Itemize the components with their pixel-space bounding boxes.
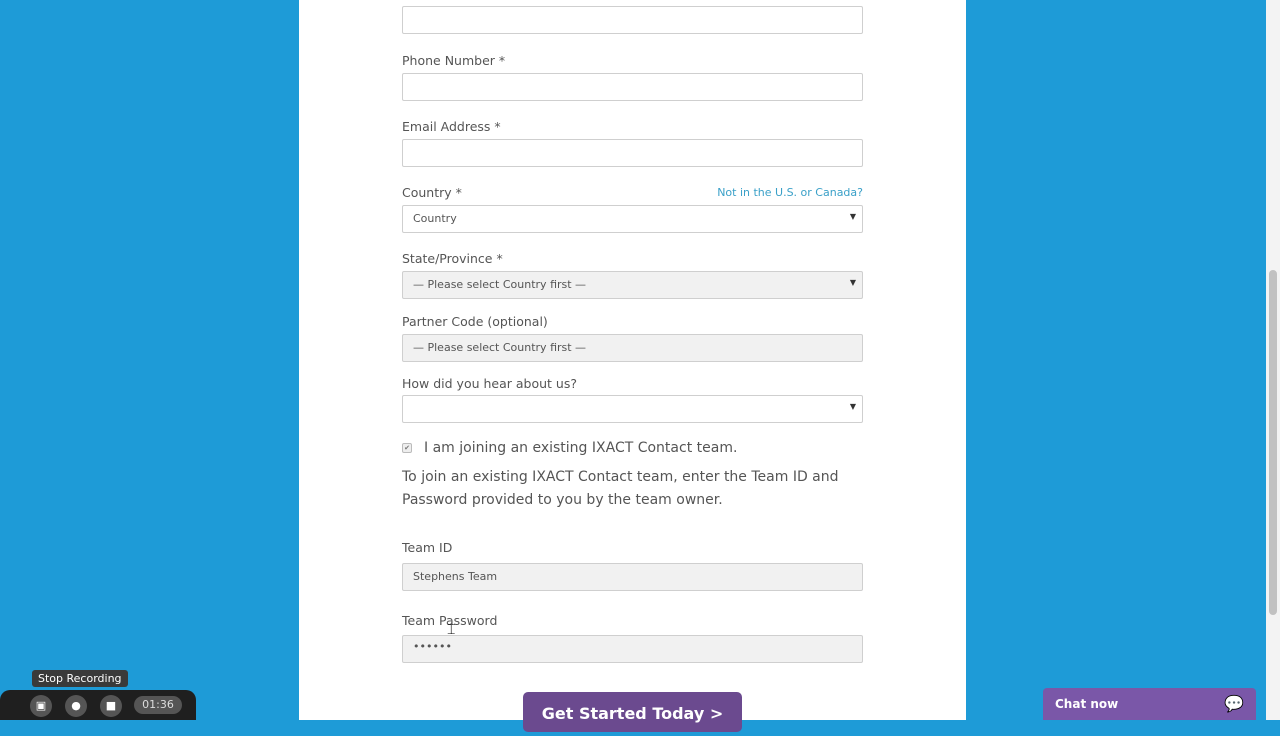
state-label: State/Province * — [402, 251, 503, 266]
scrollbar[interactable] — [1266, 0, 1280, 720]
team-password-value: •••••• — [413, 640, 452, 653]
chat-now-label: Chat now — [1055, 697, 1119, 711]
hear-label: How did you hear about us? — [402, 376, 577, 391]
stop-recording-tooltip: Stop Recording — [32, 670, 128, 687]
dropdown-arrow-icon: ▼ — [849, 402, 856, 411]
team-id-label: Team ID — [402, 540, 453, 555]
not-us-canada-link[interactable]: Not in the U.S. or Canada? — [717, 186, 863, 199]
partner-code-value: — Please select Country first — — [413, 341, 587, 354]
recording-toolbar: ▣ ● ■ 01:36 — [0, 690, 196, 720]
chat-bubble-icon: 💬 — [1224, 694, 1244, 713]
partner-code-input[interactable]: — Please select Country first — — [402, 334, 863, 362]
team-instructions: To join an existing IXACT Contact team, … — [402, 469, 839, 508]
state-select[interactable]: — Please select Country first — ▼ — [402, 271, 863, 299]
chat-widget[interactable]: Chat now 💬 — [1043, 688, 1256, 720]
recording-timer: 01:36 — [134, 696, 182, 714]
team-checkbox[interactable]: ✔ — [402, 443, 412, 453]
team-checkbox-label: I am joining an existing IXACT Contact t… — [424, 440, 738, 456]
phone-input[interactable] — [402, 73, 863, 101]
email-input[interactable] — [402, 139, 863, 167]
team-password-input[interactable]: •••••• — [402, 635, 863, 663]
scrollbar-thumb[interactable] — [1269, 270, 1277, 615]
phone-label: Phone Number * — [402, 53, 506, 68]
dropdown-arrow-icon: ▼ — [849, 212, 856, 221]
mouse-cursor-icon: ⌶ — [447, 622, 456, 638]
state-select-value: — Please select Country first — — [413, 278, 587, 291]
hear-about-select[interactable]: ▼ — [402, 395, 863, 423]
previous-field-input[interactable] — [402, 6, 863, 34]
country-label: Country * — [402, 185, 462, 200]
email-label: Email Address * — [402, 119, 501, 134]
signup-page: Phone Number * Email Address * Country *… — [299, 0, 966, 732]
stop-recording-button[interactable]: ■ — [100, 695, 122, 717]
team-id-input[interactable]: Stephens Team — [402, 563, 863, 591]
partner-label: Partner Code (optional) — [402, 314, 548, 329]
webcam-person-icon[interactable]: ● — [65, 695, 87, 717]
dropdown-arrow-icon: ▼ — [849, 278, 856, 287]
country-select-value: Country — [413, 212, 457, 225]
screen-share-icon[interactable]: ▣ — [30, 695, 52, 717]
get-started-button[interactable]: Get Started Today > — [523, 692, 742, 732]
team-id-value: Stephens Team — [413, 570, 498, 583]
country-select[interactable]: Country ▼ — [402, 205, 863, 233]
